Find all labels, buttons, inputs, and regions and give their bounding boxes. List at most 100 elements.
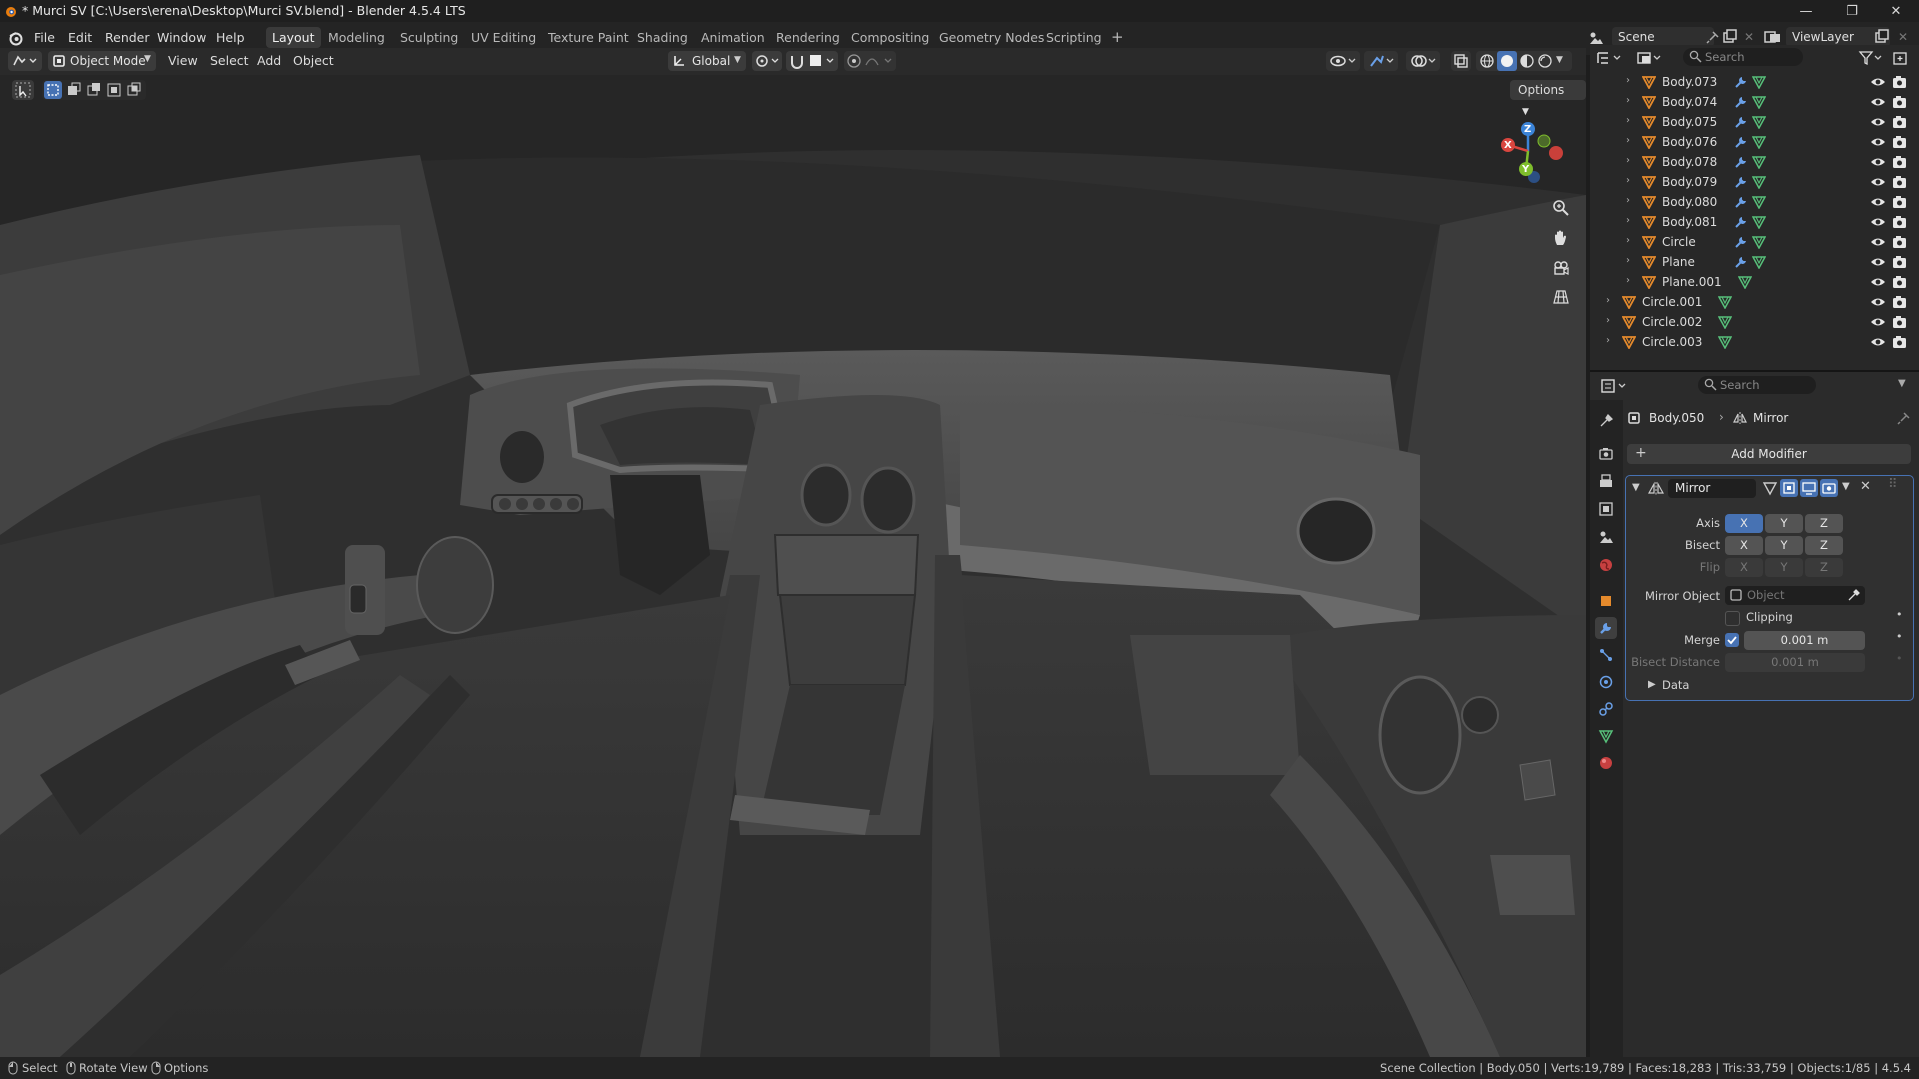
mesh-data-icon[interactable] xyxy=(1752,175,1766,189)
viewport-menu-add[interactable]: Add xyxy=(257,53,281,68)
tab-modeling[interactable]: Modeling xyxy=(322,27,391,48)
axis-x-toggle[interactable]: X xyxy=(1725,514,1763,533)
expand-chevron-icon[interactable]: › xyxy=(1626,115,1630,126)
properties-search-input[interactable]: Search xyxy=(1698,376,1816,394)
render-camera-icon[interactable] xyxy=(1892,115,1908,129)
render-camera-icon[interactable] xyxy=(1892,175,1908,189)
filter-icon[interactable] xyxy=(1858,50,1886,66)
outliner-item[interactable]: › Body.075 xyxy=(1590,112,1919,132)
expand-chevron-icon[interactable]: › xyxy=(1606,315,1610,326)
display-mode-icon[interactable] xyxy=(1636,50,1664,66)
mesh-data-icon[interactable] xyxy=(1718,335,1732,349)
mesh-data-icon[interactable] xyxy=(1718,295,1732,309)
outliner-item[interactable]: › Plane xyxy=(1590,252,1919,272)
expand-chevron-icon[interactable]: › xyxy=(1606,335,1610,346)
selectability-visibility-button[interactable] xyxy=(1326,51,1360,71)
expand-chevron-icon[interactable]: › xyxy=(1626,155,1630,166)
scene-tab-icon[interactable] xyxy=(1595,526,1617,548)
data-expand-chevron-icon[interactable]: ▶ xyxy=(1648,679,1656,690)
delete-view-layer-icon[interactable]: ✕ xyxy=(1898,30,1908,44)
modifier-tab-icon[interactable] xyxy=(1595,617,1617,639)
gizmos-toggle-button[interactable] xyxy=(1364,51,1398,71)
solid-shading-icon[interactable] xyxy=(1497,51,1517,71)
modifier-wrench-icon[interactable] xyxy=(1734,215,1748,229)
menu-file[interactable]: File xyxy=(30,28,59,47)
expand-chevron-icon[interactable]: › xyxy=(1626,235,1630,246)
pin-properties-icon[interactable] xyxy=(1897,411,1911,425)
expand-chevron-icon[interactable]: › xyxy=(1626,215,1630,226)
menu-render[interactable]: Render xyxy=(101,28,154,47)
viewport-menu-object[interactable]: Object xyxy=(293,53,334,68)
outliner-item[interactable]: › Body.073 xyxy=(1590,72,1919,92)
outliner-item[interactable]: › Body.081 xyxy=(1590,212,1919,232)
close-window-button[interactable]: ✕ xyxy=(1873,0,1919,22)
modifier-wrench-icon[interactable] xyxy=(1734,75,1748,89)
visibility-eye-icon[interactable] xyxy=(1870,95,1886,109)
visibility-eye-icon[interactable] xyxy=(1870,175,1886,189)
select-subtract-icon[interactable] xyxy=(85,81,103,99)
keyframe-dot-icon[interactable]: • xyxy=(1896,652,1903,665)
expand-chevron-icon[interactable]: › xyxy=(1606,295,1610,306)
render-camera-icon[interactable] xyxy=(1892,335,1908,349)
select-tool-button[interactable] xyxy=(12,80,34,100)
new-view-layer-icon[interactable] xyxy=(1874,29,1890,45)
render-camera-icon[interactable] xyxy=(1892,155,1908,169)
mode-selector[interactable]: Object Mode ▼ xyxy=(48,51,156,71)
constraints-tab-icon[interactable] xyxy=(1595,698,1617,720)
render-camera-icon[interactable] xyxy=(1892,195,1908,209)
expand-chevron-icon[interactable]: › xyxy=(1626,95,1630,106)
modifier-wrench-icon[interactable] xyxy=(1734,115,1748,129)
remove-modifier-icon[interactable]: ✕ xyxy=(1860,479,1871,494)
wireframe-shading-icon[interactable] xyxy=(1478,52,1496,70)
modifier-wrench-icon[interactable] xyxy=(1734,95,1748,109)
mesh-data-icon[interactable] xyxy=(1752,195,1766,209)
modifier-wrench-icon[interactable] xyxy=(1734,235,1748,249)
add-modifier-button[interactable]: + Add Modifier xyxy=(1627,444,1911,464)
mesh-data-icon[interactable] xyxy=(1752,95,1766,109)
output-tab-icon[interactable] xyxy=(1595,470,1617,492)
mesh-data-icon[interactable] xyxy=(1752,155,1766,169)
outliner-item[interactable]: › Body.076 xyxy=(1590,132,1919,152)
visibility-eye-icon[interactable] xyxy=(1870,155,1886,169)
outliner-item[interactable]: › Circle.001 xyxy=(1590,292,1919,312)
view-layer-tab-icon[interactable] xyxy=(1595,498,1617,520)
viewport-display-toggle-icon[interactable] xyxy=(1800,479,1818,497)
axis-y-toggle[interactable]: Y xyxy=(1765,514,1803,533)
outliner-item[interactable]: › Body.080 xyxy=(1590,192,1919,212)
transform-orientation-selector[interactable]: Global ▼ xyxy=(668,51,746,71)
visibility-eye-icon[interactable] xyxy=(1870,295,1886,309)
render-camera-icon[interactable] xyxy=(1892,255,1908,269)
modifier-menu-chevron-icon[interactable]: ▼ xyxy=(1842,481,1850,492)
visibility-eye-icon[interactable] xyxy=(1870,315,1886,329)
world-tab-icon[interactable] xyxy=(1595,554,1617,576)
expand-chevron-icon[interactable]: › xyxy=(1626,275,1630,286)
material-shading-icon[interactable] xyxy=(1518,52,1536,70)
outliner-item[interactable]: › Body.074 xyxy=(1590,92,1919,112)
mesh-data-icon[interactable] xyxy=(1752,75,1766,89)
mesh-data-icon[interactable] xyxy=(1718,315,1732,329)
visibility-eye-icon[interactable] xyxy=(1870,75,1886,89)
add-workspace-button[interactable]: + xyxy=(1105,27,1130,48)
merge-checkbox[interactable] xyxy=(1725,633,1739,647)
render-tab-icon[interactable] xyxy=(1595,442,1617,464)
visibility-eye-icon[interactable] xyxy=(1870,275,1886,289)
render-camera-icon[interactable] xyxy=(1892,235,1908,249)
edit-mode-toggle-icon[interactable] xyxy=(1780,479,1798,497)
tab-shading[interactable]: Shading xyxy=(631,27,694,48)
particles-tab-icon[interactable] xyxy=(1595,644,1617,666)
snap-button[interactable] xyxy=(786,51,838,71)
tab-scripting[interactable]: Scripting xyxy=(1040,27,1108,48)
tab-uv-editing[interactable]: UV Editing xyxy=(465,27,542,48)
mirror-object-field[interactable]: Object xyxy=(1725,586,1865,605)
clipping-checkbox[interactable] xyxy=(1725,611,1740,626)
select-extend-icon[interactable] xyxy=(65,81,83,99)
mesh-data-icon[interactable] xyxy=(1752,135,1766,149)
camera-view-icon[interactable] xyxy=(1548,255,1574,281)
viewport-options-button[interactable]: Options ▼ xyxy=(1510,80,1586,117)
physics-tab-icon[interactable] xyxy=(1595,671,1617,693)
render-camera-icon[interactable] xyxy=(1892,275,1908,289)
tab-rendering[interactable]: Rendering xyxy=(770,27,846,48)
3d-viewport[interactable]: Options ▼ Z X Y xyxy=(0,75,1586,1057)
outliner-search-input[interactable]: Search xyxy=(1683,48,1803,66)
eyedropper-icon[interactable] xyxy=(1847,588,1861,602)
